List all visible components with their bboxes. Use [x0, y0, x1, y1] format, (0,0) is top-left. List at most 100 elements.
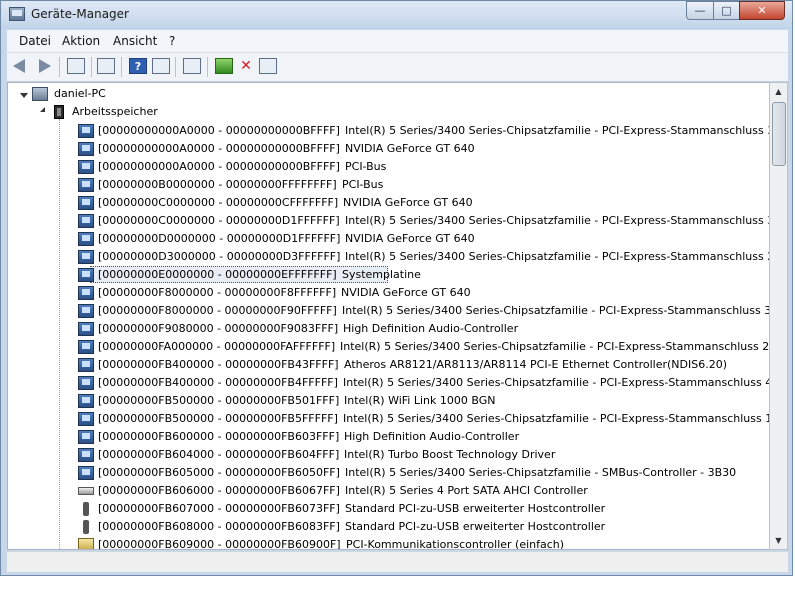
title-bar[interactable]: Geräte-Manager — □ ✕ — [1, 1, 792, 29]
toolbar-separator — [121, 57, 122, 77]
pci-device-icon — [78, 304, 94, 318]
memory-range: [00000000C0000000 - 00000000CFFFFFFF] — [98, 196, 339, 209]
toolbar-separator — [207, 57, 208, 77]
device-name: Intel(R) WiFi Link 1000 BGN — [344, 394, 496, 407]
memory-range: [00000000FB500000 - 00000000FB5FFFFF] — [98, 412, 338, 425]
show-hide-console-tree-icon[interactable] — [67, 58, 85, 74]
memory-range: [00000000FB607000 - 00000000FB6073FF] — [98, 502, 340, 515]
device-name: PCI-Kommunikationscontroller (einfach) — [346, 538, 565, 550]
expand-collapse-icon[interactable] — [40, 107, 45, 112]
tree-root-computer[interactable]: daniel-PC — [54, 86, 106, 102]
pci-device-icon — [78, 214, 94, 228]
device-name: PCI-Bus — [342, 178, 384, 191]
pci-device-icon — [78, 178, 94, 192]
pci-device-icon — [78, 466, 94, 480]
storage-controller-icon — [78, 487, 94, 495]
status-bar — [7, 551, 788, 572]
memory-range: [00000000000A0000 - 00000000000BFFFF] — [98, 124, 340, 137]
pci-device-icon — [78, 358, 94, 372]
vertical-scrollbar[interactable]: ▲ ▼ — [769, 82, 788, 550]
device-name: Intel(R) 5 Series/3400 Series-Chipsatzfa… — [343, 376, 770, 389]
memory-range: [00000000F8000000 - 00000000F90FFFFF] — [98, 304, 337, 317]
scroll-up-icon[interactable]: ▲ — [770, 83, 787, 100]
device-tree[interactable]: daniel-PC Arbeitsspeicher [00000000000A0… — [7, 82, 770, 550]
scan-hardware-icon[interactable] — [183, 58, 201, 74]
toolbar-separator — [91, 57, 92, 77]
menu-bar: Datei Aktion Ansicht ? — [7, 30, 788, 53]
menu-help[interactable]: ? — [169, 34, 175, 48]
menu-aktion[interactable]: Aktion — [62, 34, 100, 48]
menu-ansicht[interactable]: Ansicht — [113, 34, 157, 48]
minimize-button[interactable]: — — [686, 1, 714, 20]
action-pane-icon[interactable] — [152, 58, 170, 74]
back-arrow-icon — [13, 59, 25, 73]
memory-range: [00000000FB400000 - 00000000FB4FFFFF] — [98, 376, 338, 389]
device-name: Standard PCI-zu-USB erweiterter Hostcont… — [345, 520, 606, 533]
pci-device-icon — [78, 376, 94, 390]
memory-range: [00000000000A0000 - 00000000000BFFFF] — [98, 160, 340, 173]
device-name: High Definition Audio-Controller — [344, 430, 520, 443]
disable-icon[interactable] — [259, 58, 277, 74]
memory-range: [00000000FB400000 - 00000000FB43FFFF] — [98, 358, 339, 371]
memory-range: [00000000FB500000 - 00000000FB501FFF] — [98, 394, 340, 407]
memory-range: [00000000FB606000 - 00000000FB6067FF] — [98, 484, 340, 497]
pci-device-icon — [78, 322, 94, 336]
window-title: Geräte-Manager — [31, 7, 129, 21]
device-name: NVIDIA GeForce GT 640 — [343, 196, 473, 209]
toolbar-separator — [175, 57, 176, 77]
device-name: Intel(R) 5 Series/3400 Series-Chipsatzfa… — [345, 214, 770, 227]
device-name: High Definition Audio-Controller — [343, 322, 519, 335]
expand-collapse-icon[interactable] — [20, 93, 28, 98]
pci-device-icon — [78, 160, 94, 174]
memory-range: [00000000000A0000 - 00000000000BFFFF] — [98, 142, 340, 155]
help-icon[interactable]: ? — [129, 58, 147, 74]
device-name: Intel(R) 5 Series 4 Port SATA AHCI Contr… — [345, 484, 588, 497]
tree-connector-line — [59, 119, 60, 549]
update-driver-icon[interactable] — [215, 58, 233, 74]
device-name: Intel(R) 5 Series/3400 Series-Chipsatzfa… — [345, 250, 770, 263]
device-name: NVIDIA GeForce GT 640 — [341, 286, 471, 299]
back-button[interactable] — [13, 58, 31, 74]
device-name: Intel(R) 5 Series/3400 Series-Chipsatzfa… — [343, 412, 770, 425]
pci-device-icon — [78, 250, 94, 264]
pci-device-icon — [78, 412, 94, 426]
pci-device-icon — [78, 196, 94, 210]
memory-range: [00000000FB608000 - 00000000FB6083FF] — [98, 520, 340, 533]
device-name: Intel(R) 5 Series/3400 Series-Chipsatzfa… — [342, 304, 770, 317]
memory-range: [00000000F8000000 - 00000000F8FFFFFF] — [98, 286, 337, 299]
memory-range: [00000000B0000000 - 00000000FFFFFFFF] — [98, 178, 337, 191]
memory-range: [00000000FB600000 - 00000000FB603FFF] — [98, 430, 340, 443]
tree-category-arbeitsspeicher[interactable]: Arbeitsspeicher — [72, 104, 158, 120]
scrollbar-thumb[interactable] — [772, 102, 786, 166]
device-name: Intel(R) Turbo Boost Technology Driver — [344, 448, 556, 461]
usb-controller-icon — [83, 520, 89, 534]
memory-range: [00000000FA000000 - 00000000FAFFFFFF] — [98, 340, 336, 353]
device-name: Atheros AR8121/AR8113/AR8114 PCI-E Ether… — [344, 358, 727, 371]
memory-range: [00000000FB605000 - 00000000FB6050FF] — [98, 466, 340, 479]
usb-controller-icon — [83, 502, 89, 516]
maximize-button[interactable]: □ — [713, 1, 740, 20]
memory-range: [00000000C0000000 - 00000000D1FFFFFF] — [98, 214, 340, 227]
memory-range: [00000000D3000000 - 00000000D3FFFFFF] — [98, 250, 341, 263]
computer-icon — [32, 87, 48, 101]
toolbar: ? ✕ — [7, 53, 788, 82]
memory-range: [00000000E0000000 - 00000000EFFFFFFF] — [98, 268, 337, 281]
device-name: Intel(R) 5 Series/3400 Series-Chipsatzfa… — [345, 466, 737, 479]
device-name: NVIDIA GeForce GT 640 — [345, 232, 475, 245]
close-button[interactable]: ✕ — [739, 1, 785, 20]
forward-arrow-icon — [39, 59, 51, 73]
memory-range: [00000000F9080000 - 00000000F9083FFF] — [98, 322, 339, 335]
forward-button[interactable] — [35, 58, 53, 74]
pci-device-icon — [78, 124, 94, 138]
pci-device-icon — [78, 268, 94, 282]
uninstall-icon[interactable]: ✕ — [237, 58, 255, 74]
properties-icon[interactable] — [97, 58, 115, 74]
memory-range: [00000000D0000000 - 00000000D1FFFFFF] — [98, 232, 341, 245]
device-name: PCI-Bus — [345, 160, 387, 173]
scroll-down-icon[interactable]: ▼ — [770, 532, 787, 549]
pci-device-icon — [78, 142, 94, 156]
menu-datei[interactable]: Datei — [19, 34, 51, 48]
memory-range: [00000000FB609000 - 00000000FB60900F] — [98, 538, 341, 550]
communication-controller-icon — [78, 538, 94, 549]
pci-device-icon — [78, 448, 94, 462]
